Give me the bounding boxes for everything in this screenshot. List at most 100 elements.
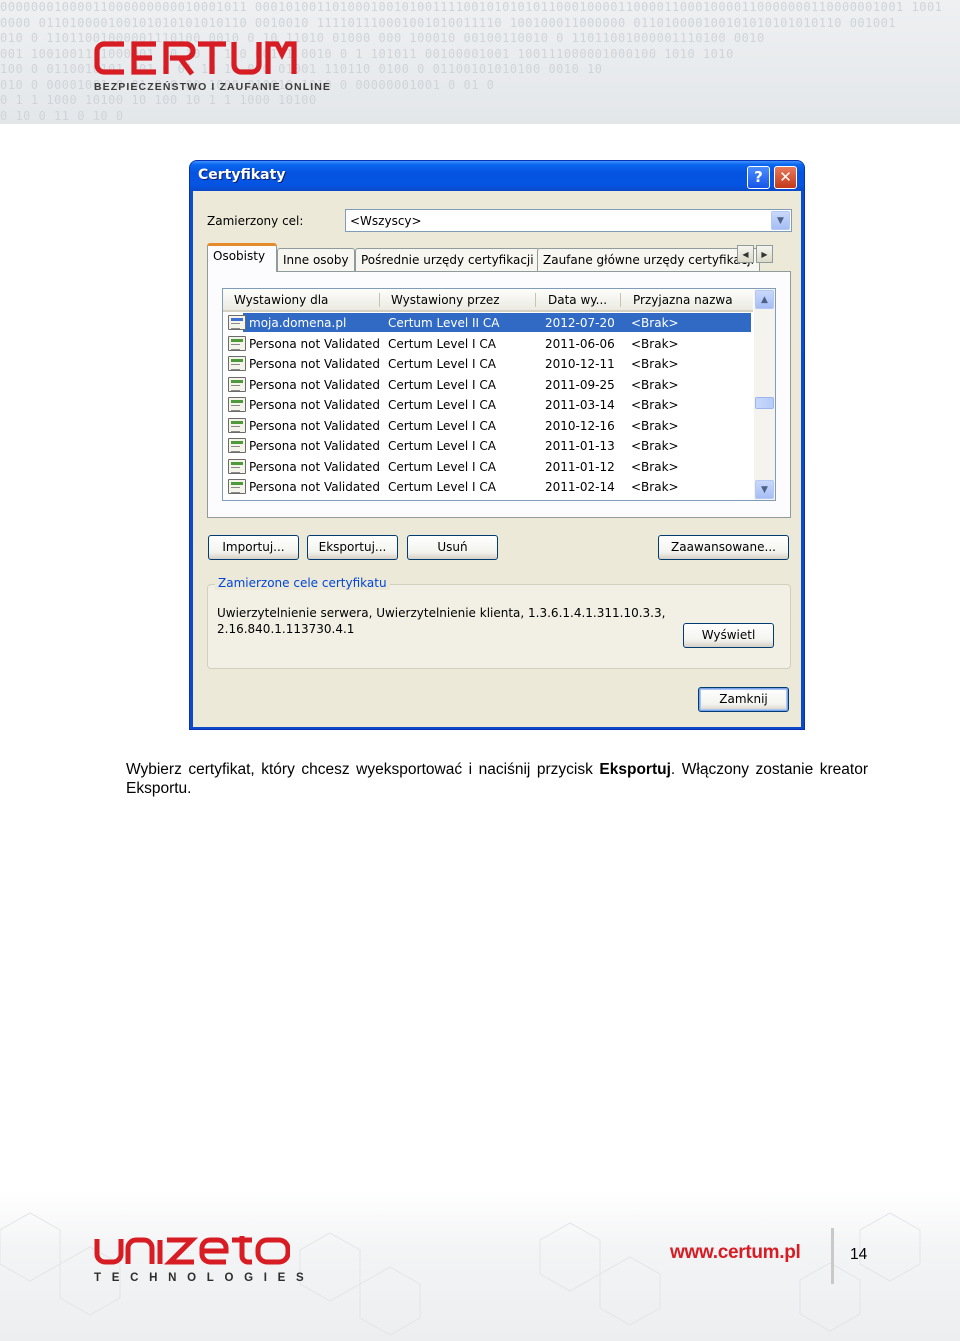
table-row[interactable]: Persona not Validated Certum Level I CA 20… xyxy=(223,354,753,374)
table-row[interactable]: Persona not Validated Certum Level I CA 20… xyxy=(223,477,753,497)
binary-row: 0 10 0 11 0 10 0 xyxy=(0,108,124,123)
cell-issued-by: Certum Level I CA xyxy=(388,480,496,494)
certum-tagline: BEZPIECZEŃSTWO I ZAUFANIE ONLINE xyxy=(94,81,332,93)
cell-friendly: <Brak> xyxy=(631,459,679,474)
certum-logo: BEZPIECZEŃSTWO I ZAUFANIE ONLINE xyxy=(94,40,331,93)
cell-friendly: <Brak> xyxy=(631,336,679,351)
group-legend: Zamierzone cele certyfikatu xyxy=(215,576,390,590)
cell-issued-to: moja.domena.pl xyxy=(249,316,347,330)
chevron-down-icon[interactable]: ▼ xyxy=(771,211,790,230)
certum-wordmark xyxy=(94,41,297,76)
cell-friendly: <Brak> xyxy=(631,316,679,330)
unizeto-logo: TECHNOLOGIES xyxy=(94,1236,314,1284)
website-link[interactable]: www.certum.pl xyxy=(670,1242,801,1264)
cell-date: 2010-12-11 xyxy=(545,357,615,371)
binary-row: 0 1 1 1000 10100 10 100 10 1 1 1000 1010… xyxy=(0,93,317,107)
advanced-button[interactable]: Zaawansowane... xyxy=(658,535,789,560)
scroll-up-icon[interactable]: ▲ xyxy=(755,290,774,309)
page-number: 14 xyxy=(850,1246,868,1263)
certificate-icon xyxy=(228,376,246,392)
cell-date: 2011-03-14 xyxy=(545,398,615,412)
certificate-icon xyxy=(228,458,246,474)
cell-issued-by: Certum Level I CA xyxy=(388,439,496,453)
purpose-value: <Wszyscy> xyxy=(350,214,422,228)
certificate-icon xyxy=(228,315,246,330)
column-expiry-date[interactable]: Data wy... xyxy=(548,293,607,307)
tab-inne-osoby[interactable]: Inne osoby xyxy=(277,248,355,271)
cell-issued-by: Certum Level I CA xyxy=(388,418,496,433)
cell-friendly: <Brak> xyxy=(631,377,679,392)
table-row[interactable]: Persona not Validated Certum Level I CA 20… xyxy=(223,395,753,415)
dialog-client-area: Zamierzony cel: <Wszyscy> ▼ Inne osoby P… xyxy=(193,191,801,727)
column-issued-to[interactable]: Wystawiony dla xyxy=(234,293,328,307)
dialog-titlebar[interactable]: Certyfikaty ? ✕ xyxy=(190,161,804,191)
cell-date: 2011-01-12 xyxy=(545,459,615,474)
cell-issued-to: Persona not Validated xyxy=(249,377,380,392)
table-row[interactable]: Persona not Validated Certum Level I CA 20… xyxy=(223,457,753,477)
table-row[interactable]: Persona not Validated Certum Level I CA 20… xyxy=(223,375,753,395)
table-row[interactable]: Persona not Validated Certum Level I CA 20… xyxy=(223,436,753,456)
column-issued-by[interactable]: Wystawiony przez xyxy=(391,293,500,307)
cell-issued-to: Persona not Validated xyxy=(249,418,380,433)
help-button[interactable]: ? xyxy=(747,166,770,189)
view-button[interactable]: Wyświetl xyxy=(683,623,774,648)
tab-posrednie-urzedy[interactable]: Pośrednie urzędy certyfikacji xyxy=(355,248,540,271)
instruction-bold: Eksportuj xyxy=(599,761,671,778)
tab-scroll-buttons: ◀ ▶ xyxy=(737,245,773,265)
cell-issued-by: Certum Level II CA xyxy=(388,316,500,330)
scrollbar-thumb[interactable] xyxy=(755,397,774,409)
cell-date: 2011-09-25 xyxy=(545,377,615,392)
cell-date: 2011-01-13 xyxy=(545,439,615,453)
cell-issued-by: Certum Level I CA xyxy=(388,377,496,392)
unizeto-wordmark xyxy=(94,1236,291,1265)
tab-osobisty[interactable]: Osobisty xyxy=(207,243,277,272)
cell-friendly: <Brak> xyxy=(631,418,679,433)
table-row[interactable]: moja.domena.pl Certum Level II CA 2012-07-… xyxy=(223,313,753,333)
unizeto-tagline: TECHNOLOGIES xyxy=(94,1272,315,1284)
cell-friendly: <Brak> xyxy=(631,439,679,453)
certificate-icon xyxy=(228,356,246,371)
cell-friendly: <Brak> xyxy=(631,398,679,412)
instruction-part-1: Wybierz certyfikat, który chcesz wyekspo… xyxy=(126,761,600,778)
import-button[interactable]: Importuj... xyxy=(208,535,299,560)
cell-date: 2011-06-06 xyxy=(545,336,615,351)
cell-issued-to: Persona not Validated xyxy=(249,398,380,412)
purpose-combobox[interactable]: <Wszyscy> ▼ xyxy=(345,209,792,232)
certificates-list[interactable]: Wystawiony dla Wystawiony przez Data wy.… xyxy=(222,288,776,501)
table-row[interactable]: Persona not Validated Certum Level I CA 20… xyxy=(223,334,753,354)
cell-issued-to: Persona not Validated xyxy=(249,480,380,494)
scroll-down-icon[interactable]: ▼ xyxy=(755,480,774,499)
cell-issued-to: Persona not Validated xyxy=(249,357,380,371)
certificates-dialog: Certyfikaty ? ✕ Zamierzony cel: <Wszyscy… xyxy=(189,160,805,730)
column-friendly-name[interactable]: Przyjazna nazwa xyxy=(633,293,733,307)
table-row[interactable]: Persona not Validated Certum Level I CA 20… xyxy=(223,416,753,436)
cell-issued-to: Persona not Validated xyxy=(249,336,380,351)
certificate-icon xyxy=(228,438,246,453)
dialog-title: Certyfikaty xyxy=(198,167,286,183)
header-banner: 00000001000011000000000010001011 0001010… xyxy=(0,0,960,124)
purpose-label: Zamierzony cel: xyxy=(207,214,304,228)
cell-date: 2010-12-16 xyxy=(545,418,615,433)
cell-issued-by: Certum Level I CA xyxy=(388,459,496,474)
export-button[interactable]: Eksportuj... xyxy=(307,535,398,560)
list-header: Wystawiony dla Wystawiony przez Data wy.… xyxy=(223,289,753,312)
cell-friendly: <Brak> xyxy=(631,357,679,371)
intended-purposes-group: Zamierzone cele certyfikatu Uwierzytelni… xyxy=(207,576,791,669)
tab-scroll-right-icon[interactable]: ▶ xyxy=(756,245,773,263)
certificate-icon xyxy=(228,479,246,494)
binary-row: 0000 011010000100101010101010110 0010010… xyxy=(0,15,897,30)
cell-issued-by: Certum Level I CA xyxy=(388,357,496,371)
binary-row: 00000001000011000000000010001011 0001010… xyxy=(0,0,943,14)
cell-issued-to: Persona not Validated xyxy=(249,439,380,453)
cell-date: 2011-02-14 xyxy=(545,480,615,494)
close-button[interactable]: Zamknij xyxy=(698,687,789,712)
remove-button[interactable]: Usuń xyxy=(407,535,498,560)
purposes-line-2: 2.16.840.1.113730.4.1 xyxy=(217,622,355,636)
tab-zaufane-glowne-urzedy[interactable]: Zaufane główne urzędy certyfikacji xyxy=(537,248,760,271)
close-window-button[interactable]: ✕ xyxy=(774,166,797,189)
cell-date: 2012-07-20 xyxy=(545,316,615,330)
cell-friendly: <Brak> xyxy=(631,480,679,494)
purposes-line-1: Uwierzytelnienie serwera, Uwierzytelnien… xyxy=(217,606,666,620)
list-scrollbar[interactable]: ▲ ▼ xyxy=(754,289,775,500)
tab-scroll-left-icon[interactable]: ◀ xyxy=(737,245,754,263)
